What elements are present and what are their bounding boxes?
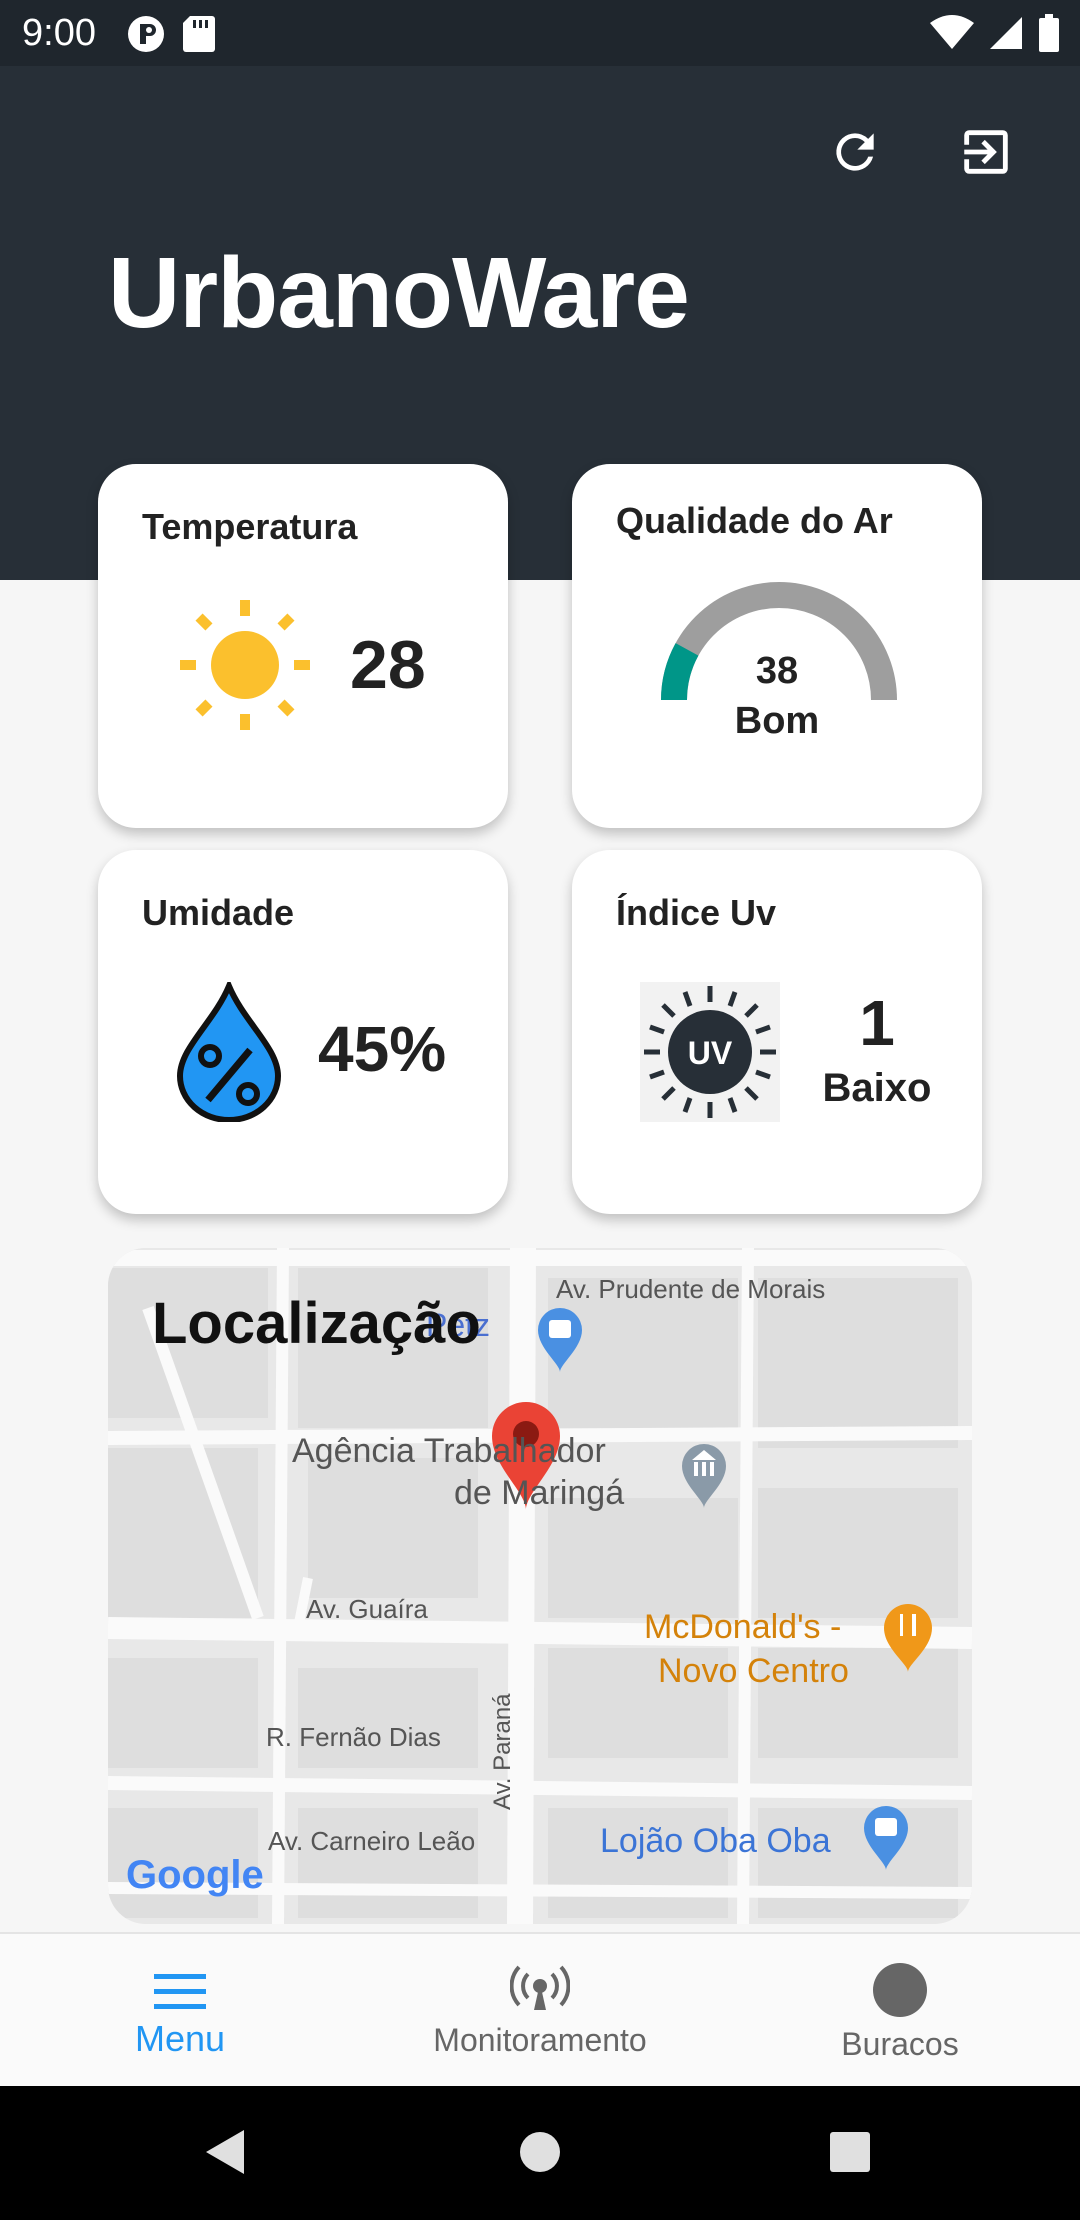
air-quality-title: Qualidade do Ar (616, 500, 893, 541)
nav-tab-monitoramento[interactable]: Monitoramento (410, 1934, 670, 2088)
map-label-fernao: R. Fernão Dias (266, 1722, 441, 1752)
sd-card-icon (182, 14, 216, 59)
status-bar: 9:00 (0, 0, 1080, 66)
app-title: UrbanoWare (108, 237, 690, 349)
system-navigation-bar (0, 2086, 1080, 2220)
map-label-parana: Av. Paraná (489, 1693, 516, 1810)
temperature-value: 28 (350, 627, 426, 703)
map-label-lojao: Lojão Oba Oba (600, 1822, 831, 1860)
humidity-value: 45% (318, 1013, 447, 1085)
refresh-icon (836, 133, 874, 171)
menu-icon (154, 1974, 206, 2009)
air-quality-label: Bom (734, 700, 820, 742)
battery-icon (1038, 14, 1060, 57)
uv-label: Baixo (822, 1066, 932, 1110)
uv-title: Índice Uv (616, 892, 777, 933)
back-icon[interactable] (204, 2128, 248, 2176)
google-logo: Google (126, 1853, 264, 1897)
humidity-drop-icon (174, 978, 284, 1127)
humidity-card[interactable]: Umidade 45% (98, 850, 508, 1214)
nav-label-menu: Menu (134, 2018, 226, 2059)
location-map[interactable]: Av. Prudente de Morais Petz Agência Trab… (108, 1248, 972, 1924)
temperature-title: Temperatura (142, 506, 358, 547)
uv-sun-icon: UV (640, 982, 780, 1127)
uv-card[interactable]: Índice Uv UV 1 Baixo (572, 850, 982, 1214)
map-label-agencia-2: de Maringá (454, 1474, 624, 1512)
nav-label-monitoramento: Monitoramento (433, 2022, 647, 2058)
nav-tab-menu[interactable]: Menu (100, 1934, 260, 2088)
wifi-icon (930, 15, 974, 56)
air-quality-value: 38 (755, 650, 799, 692)
uv-value: 1 (859, 987, 895, 1059)
antenna-icon (510, 1965, 570, 2010)
logout-button[interactable] (946, 112, 1026, 192)
map-label-guaira: Av. Guaíra (306, 1594, 428, 1624)
recents-icon[interactable] (828, 2128, 872, 2176)
temperature-card[interactable]: Temperatura 28 (98, 464, 508, 828)
app-notification-icon (126, 14, 166, 59)
bottom-navigation: Menu Monitoramento Buracos (0, 1932, 1080, 2088)
air-quality-gauge (661, 582, 897, 701)
status-time: 9:00 (22, 12, 96, 54)
home-icon[interactable] (518, 2128, 562, 2176)
nav-tab-buracos[interactable]: Buracos (820, 1934, 980, 2088)
sun-icon (180, 600, 310, 735)
map-label-agencia-1: Agência Trabalhador (292, 1432, 606, 1470)
air-quality-card[interactable]: Qualidade do Ar 38 Bom (572, 464, 982, 828)
map-label-prudente: Av. Prudente de Morais (556, 1274, 825, 1304)
circle-icon (873, 1963, 927, 2017)
signal-icon (988, 15, 1024, 56)
exit-icon (964, 130, 1008, 174)
map-label-mcdonalds-1: McDonald's - (644, 1608, 841, 1646)
nav-label-buracos: Buracos (841, 2026, 959, 2062)
humidity-title: Umidade (142, 892, 295, 933)
uv-icon-text: UV (688, 1035, 733, 1071)
map-label-mcdonalds-2: Novo Centro (658, 1652, 849, 1690)
map-label-carneiro: Av. Carneiro Leão (268, 1826, 475, 1856)
refresh-button[interactable] (815, 112, 895, 192)
location-title: Localização (152, 1291, 481, 1356)
